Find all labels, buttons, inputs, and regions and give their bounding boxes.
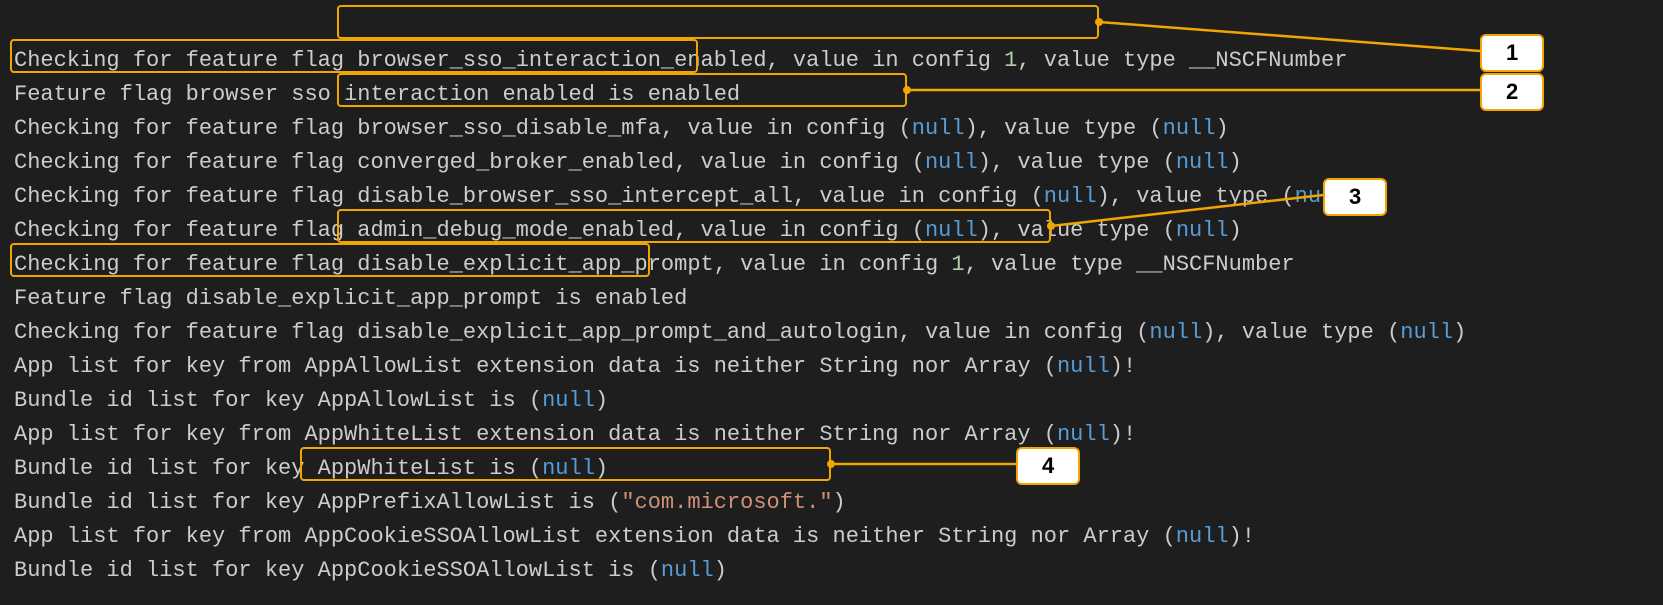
log-line-10: App list for key from AppAllowList exten…	[14, 354, 1136, 379]
log-output: Checking for feature flag browser_sso_in…	[0, 0, 1663, 598]
log-line-7: Checking for feature flag disable_explic…	[14, 252, 1295, 277]
log-line-2: Feature flag browser sso interaction ena…	[14, 82, 740, 107]
log-line-3: Checking for feature flag browser_sso_di…	[14, 116, 1229, 141]
log-line-6: Checking for feature flag admin_debug_mo…	[14, 218, 1242, 243]
log-line-1: Checking for feature flag browser_sso_in…	[14, 48, 1347, 73]
log-line-4: Checking for feature flag converged_brok…	[14, 150, 1242, 175]
log-line-11: Bundle id list for key AppAllowList is (…	[14, 388, 608, 413]
log-line-14: Bundle id list for key AppPrefixAllowLis…	[14, 490, 846, 515]
log-line-12: App list for key from AppWhiteList exten…	[14, 422, 1136, 447]
log-line-9: Checking for feature flag disable_explic…	[14, 320, 1466, 345]
log-line-8: Feature flag disable_explicit_app_prompt…	[14, 286, 687, 311]
log-line-5: Checking for feature flag disable_browse…	[14, 184, 1361, 209]
log-line-13: Bundle id list for key AppWhiteList is (…	[14, 456, 608, 481]
log-line-15: App list for key from AppCookieSSOAllowL…	[14, 524, 1255, 549]
log-line-16: Bundle id list for key AppCookieSSOAllow…	[14, 558, 727, 583]
